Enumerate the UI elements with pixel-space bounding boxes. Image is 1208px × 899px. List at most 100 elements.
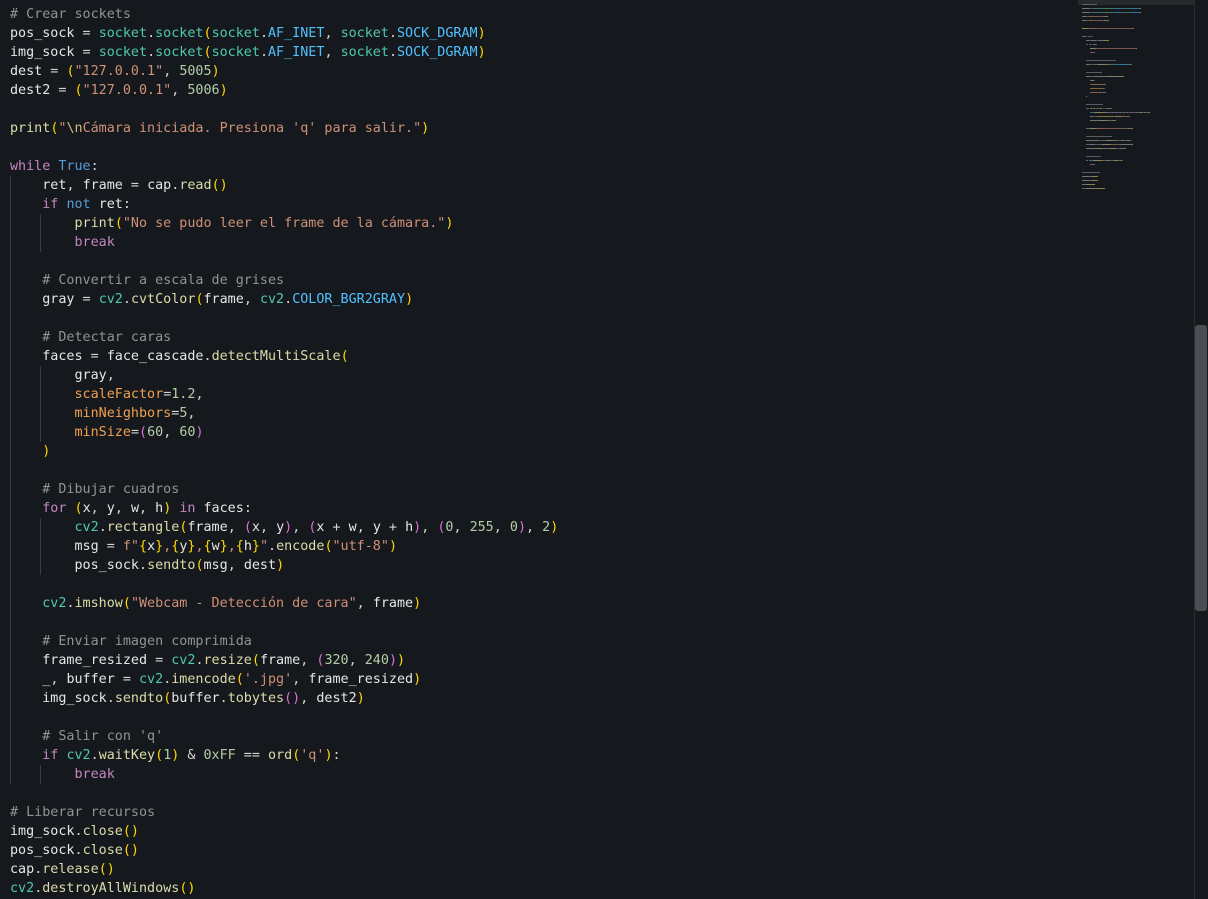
code-token-num: 2 (542, 520, 551, 535)
code-token-var: img_sock (10, 824, 75, 839)
code-line[interactable]: cv2.destroyAllWindows() (10, 879, 195, 898)
code-line[interactable]: print("No se pudo leer el frame de la cá… (10, 214, 454, 233)
code-token-op: = (147, 653, 172, 668)
code-token-var: x (251, 520, 260, 535)
minimap-token (1122, 160, 1123, 161)
code-line[interactable]: # Convertir a escala de grises (10, 271, 284, 290)
code-token-p1: ) (445, 216, 454, 231)
code-line[interactable]: # Detectar caras (10, 328, 171, 347)
code-line[interactable]: break (10, 233, 115, 252)
code-line[interactable]: ret, frame = cap.read() (10, 176, 227, 195)
code-token-var: faces (203, 501, 244, 516)
code-token-param: scaleFactor (74, 387, 164, 402)
code-line[interactable]: cv2.rectangle(frame, (x, y), (x + w, y +… (10, 518, 559, 537)
code-token-op (91, 197, 99, 212)
minimap-token (1090, 164, 1095, 165)
code-token-p2: ( (243, 520, 252, 535)
code-line[interactable]: # Enviar imagen comprimida (10, 632, 252, 651)
minimap[interactable] (1078, 0, 1194, 899)
code-line[interactable]: ) (10, 442, 50, 461)
code-line[interactable]: pos_sock.close() (10, 841, 139, 860)
code-token-op: , (139, 501, 156, 516)
code-token-op: , (227, 520, 244, 535)
code-line[interactable]: while True: (10, 157, 99, 176)
code-line[interactable]: if cv2.waitKey(1) & 0xFF == ord('q'): (10, 746, 340, 765)
code-line[interactable]: img_sock = socket.socket(socket.AF_INET,… (10, 43, 486, 62)
code-token-var: frame_resized (42, 653, 148, 668)
code-line[interactable]: dest = ("127.0.0.1", 5005) (10, 62, 220, 81)
code-token-fn: close (82, 824, 123, 839)
code-token-module: cv2 (139, 672, 164, 687)
code-token-op: = (130, 425, 139, 440)
code-token-param: minSize (74, 425, 131, 440)
code-token-op: , (292, 520, 309, 535)
code-line[interactable]: dest2 = ("127.0.0.1", 5006) (10, 81, 228, 100)
code-token-module: socket (155, 26, 204, 41)
code-token-op: = (74, 26, 99, 41)
code-token-op: , (526, 520, 543, 535)
code-token-p1: ( (340, 349, 349, 364)
code-line[interactable]: # Liberar recursos (10, 803, 155, 822)
code-line[interactable]: pos_sock = socket.socket(socket.AF_INET,… (10, 24, 486, 43)
code-token-fn: sendto (147, 558, 196, 573)
code-token-p2: ) (413, 520, 422, 535)
vertical-scrollbar[interactable] (1194, 0, 1208, 899)
code-line[interactable]: cap.release() (10, 860, 115, 879)
code-line[interactable]: # Dibujar cuadros (10, 480, 179, 499)
code-token-p2: ) (517, 520, 526, 535)
minimap-token (1086, 108, 1089, 109)
code-line[interactable]: cv2.imshow("Webcam - Detección de cara",… (10, 594, 421, 613)
code-token-keyword: for (42, 501, 67, 516)
code-token-var: w (211, 539, 220, 554)
code-line[interactable]: # Salir con 'q' (10, 727, 163, 746)
minimap-token (1094, 112, 1103, 113)
code-token-var: frame (372, 596, 414, 611)
code-line[interactable]: gray = cv2.cvtColor(frame, cv2.COLOR_BGR… (10, 290, 413, 309)
code-token-op: == (235, 748, 268, 763)
code-line[interactable]: _, buffer = cv2.imencode('.jpg', frame_r… (10, 670, 421, 689)
code-token-op: , (163, 64, 180, 79)
code-token-str: "utf-8" (332, 539, 389, 554)
code-line[interactable]: if not ret: (10, 195, 131, 214)
code-token-const: SOCK_DGRAM (397, 45, 478, 60)
code-line[interactable]: img_sock.sendto(buffer.tobytes(), dest2) (10, 689, 365, 708)
code-line[interactable]: frame_resized = cv2.resize(frame, (320, … (10, 651, 405, 670)
minimap-token (1140, 12, 1141, 13)
code-token-comment: # Salir con 'q' (42, 729, 164, 744)
code-token-p1: ) (356, 691, 365, 706)
minimap-token (1132, 144, 1133, 145)
code-token-op: : (122, 197, 131, 212)
indent-guide (40, 765, 41, 784)
code-line[interactable]: gray, (10, 366, 115, 385)
code-line[interactable]: img_sock.close() (10, 822, 139, 841)
code-line[interactable]: faces = face_cascade.detectMultiScale( (10, 347, 349, 366)
code-editor[interactable]: # Crear sockets pos_sock = socket.socket(… (0, 0, 1078, 899)
code-token-op: , (195, 387, 204, 402)
minimap-token (1082, 4, 1097, 5)
code-line[interactable]: minNeighbors=5, (10, 404, 196, 423)
code-line[interactable]: for (x, y, w, h) in faces: (10, 499, 252, 518)
code-token-var: h (405, 520, 414, 535)
code-token-keyword: break (74, 235, 115, 250)
minimap-token (1086, 156, 1101, 157)
code-line[interactable]: # Crear sockets (10, 5, 131, 24)
minimap-token (1086, 44, 1088, 45)
scrollbar-thumb[interactable] (1195, 325, 1207, 611)
code-token-var: pos_sock (10, 843, 75, 858)
code-token-var: frame_resized (308, 672, 414, 687)
code-line[interactable]: print("\nCámara iniciada. Presiona 'q' p… (10, 119, 429, 138)
code-line[interactable]: msg = f"{x},{y},{w},{h}".encode("utf-8") (10, 537, 398, 556)
code-token-p1: } (155, 539, 164, 554)
code-token-var: dest (10, 64, 43, 79)
code-line[interactable]: break (10, 765, 115, 784)
code-token-fn: release (42, 862, 99, 877)
code-token-p1: ) (388, 539, 397, 554)
code-token-str: '.jpg' (243, 672, 293, 687)
minimap-token (1090, 16, 1101, 17)
code-token-p1: } (219, 539, 228, 554)
code-line[interactable]: pos_sock.sendto(msg, dest) (10, 556, 285, 575)
